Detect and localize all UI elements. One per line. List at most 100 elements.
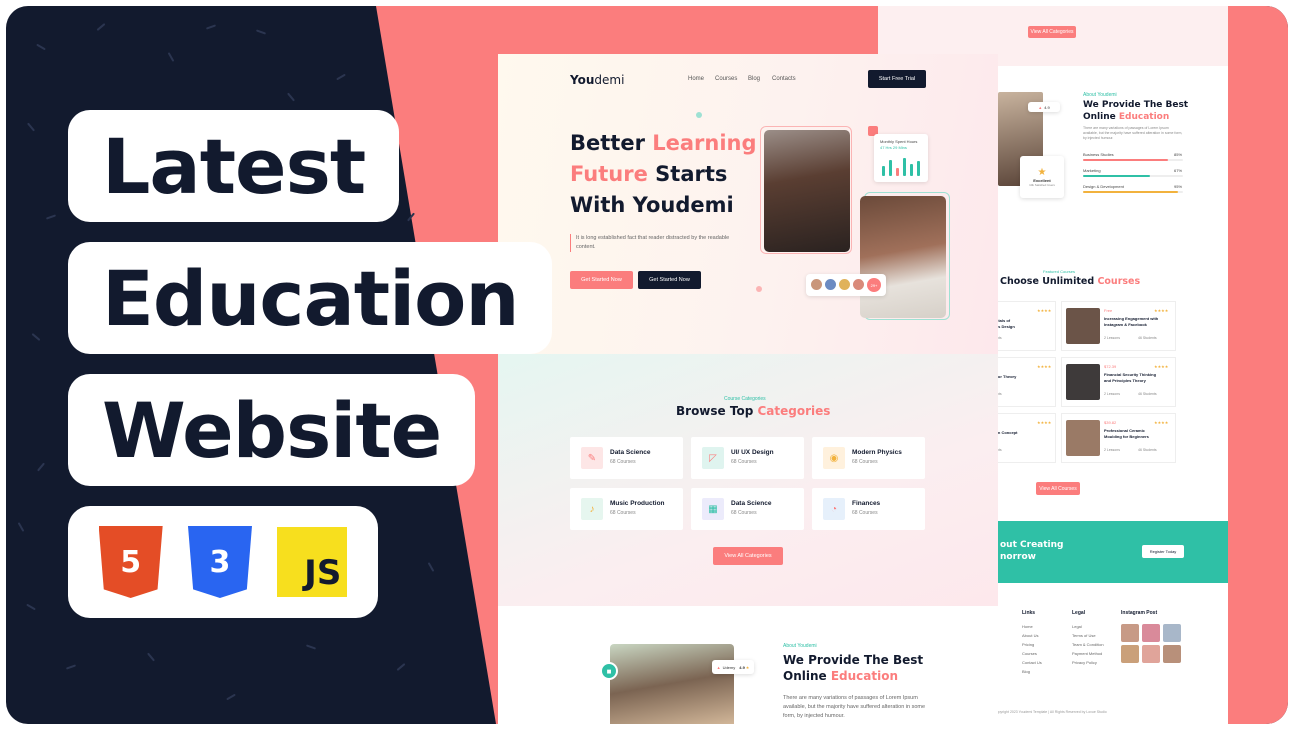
footer-link[interactable]: Home: [1022, 622, 1042, 631]
decor-dash: [17, 522, 25, 532]
skill-name: Business Studies: [1083, 152, 1114, 157]
footer-link[interactable]: Contact Us: [1022, 658, 1042, 667]
instagram-thumbnail[interactable]: [1163, 624, 1181, 642]
hero-headline: Better Learning Future Starts With Youde…: [570, 128, 757, 221]
rating-chip: ▲ 4.9: [1028, 102, 1060, 112]
nav-contacts[interactable]: Contacts: [772, 76, 796, 82]
footer-legal-link[interactable]: Payment Method: [1072, 649, 1104, 658]
site-logo[interactable]: Youdemi: [570, 73, 624, 87]
category-card[interactable]: ✎ Data Science 68 Courses: [570, 437, 683, 479]
view-all-categories-button[interactable]: View All Categories: [713, 547, 783, 565]
course-card[interactable]: $39.82 ★★★★ Professional Ceramic Moulding f…: [1061, 413, 1176, 463]
get-started-secondary-button[interactable]: Get Started Now: [638, 271, 701, 289]
footer-link[interactable]: About Us: [1022, 631, 1042, 640]
footer-instagram-title: Instagram Post: [1121, 610, 1158, 616]
instagram-thumbnail[interactable]: [1142, 645, 1160, 663]
stat-bar: [903, 158, 906, 176]
logo-part1: You: [570, 73, 595, 87]
students-group-photo: [610, 644, 734, 724]
headline-better: Better: [570, 131, 653, 155]
category-name: Data Science: [731, 500, 772, 507]
category-count: 68 Courses: [731, 459, 757, 465]
decor-dash: [31, 333, 41, 341]
category-name: Music Production: [610, 500, 665, 507]
thumbnail-frame: View All Categories ▲ 4.9 ★ Excellent 10k…: [6, 6, 1288, 724]
category-count: 68 Courses: [610, 459, 636, 465]
footer-legal-link[interactable]: Team & Condition: [1072, 640, 1104, 649]
category-count: 68 Courses: [610, 510, 636, 516]
decor-dash: [96, 23, 106, 31]
course-students: 46 Students: [1138, 448, 1157, 452]
stat-bar: [889, 160, 892, 176]
about-title-education: Education: [1118, 112, 1170, 122]
footer-legal-link[interactable]: Legal: [1072, 622, 1104, 631]
category-name: Data Science: [610, 449, 651, 456]
chart-icon: ▦: [702, 498, 724, 520]
stat-bar: [896, 168, 899, 176]
decor-dash: [255, 29, 267, 35]
course-price: $72.39: [1104, 364, 1117, 369]
copyright: Copyright 2023 Youdemi Template | All Ri…: [994, 710, 1107, 714]
category-card[interactable]: ◔ Finances 68 Courses: [812, 488, 925, 530]
music-icon: ♪: [581, 498, 603, 520]
trophy-icon: ★: [1037, 167, 1047, 178]
decor-dash: [26, 603, 36, 611]
chip-brand: Udemy: [722, 664, 736, 670]
nav-courses[interactable]: Courses: [715, 76, 737, 82]
category-name: UI/ UX Design: [731, 449, 774, 456]
courses-eyebrow: Featured Courses: [1043, 269, 1076, 274]
star-rating-icon: ★★★★: [1154, 364, 1169, 369]
instagram-thumbnail[interactable]: [1142, 624, 1160, 642]
star-rating-icon: ★★★★: [1037, 364, 1052, 369]
footer-link[interactable]: Pricing: [1022, 640, 1042, 649]
decor-dash: [287, 92, 295, 102]
decor-dash: [396, 663, 406, 671]
register-button[interactable]: Register Today: [1142, 545, 1184, 558]
view-all-categories-button[interactable]: View All Categories: [1028, 26, 1076, 38]
courses-title-a: Choose Unlimited: [1000, 276, 1098, 287]
category-card[interactable]: ◉ Modern Physics 68 Courses: [812, 437, 925, 479]
star-rating-icon: ★★★★: [1037, 308, 1052, 313]
stat-value: 47 Hrs 29 Mins: [880, 145, 907, 150]
footer-link[interactable]: Courses: [1022, 649, 1042, 658]
category-name: Finances: [852, 500, 881, 507]
title-pill-latest: Latest: [68, 110, 400, 222]
footer-links: Home About Us Pricing Courses Contact Us Blog: [1022, 622, 1042, 676]
course-lessons: 2 Lessons: [1104, 448, 1120, 452]
category-count: 68 Courses: [852, 510, 878, 516]
categories-title: Browse Top Categories: [676, 404, 830, 418]
student-man-photo: [860, 196, 946, 318]
decor-dash: [226, 693, 236, 701]
instagram-thumbnail[interactable]: [1121, 645, 1139, 663]
nav-home[interactable]: Home: [688, 76, 704, 82]
footer-legal-link[interactable]: Privacy Policy: [1072, 658, 1104, 667]
star-rating-icon: ★★★★: [1037, 420, 1052, 425]
course-title: and Principles Theory: [1104, 378, 1146, 383]
course-title: Instagram & Facebook: [1104, 322, 1147, 327]
category-card[interactable]: ▦ Data Science 68 Courses: [691, 488, 804, 530]
view-all-courses-button[interactable]: View All Courses: [1036, 482, 1080, 495]
stat-bar: [882, 166, 885, 176]
course-card[interactable]: $72.39 ★★★★ Financial Security Thinking and…: [1061, 357, 1176, 407]
headline-starts: Starts: [647, 162, 728, 186]
get-started-primary-button[interactable]: Get Started Now: [570, 271, 633, 289]
nav-blog[interactable]: Blog: [748, 76, 760, 82]
stat-title: Monthly Spent Hours: [880, 139, 918, 144]
instagram-thumbnail[interactable]: [1163, 645, 1181, 663]
title-pill-website: Website: [68, 374, 476, 486]
category-card[interactable]: ◸ UI/ UX Design 68 Courses: [691, 437, 804, 479]
category-card[interactable]: ♪ Music Production 68 Courses: [570, 488, 683, 530]
course-card[interactable]: Free ★★★★ Increasing Engagement with Instag…: [1061, 301, 1176, 351]
footer-legal-link[interactable]: Terms of Use: [1072, 631, 1104, 640]
decor-dash: [37, 462, 45, 472]
pen-tool-icon: ◸: [702, 447, 724, 469]
footer-link[interactable]: Blog: [1022, 667, 1042, 676]
udemy-rating-chip: ▲ Udemy 4.9 ★: [712, 660, 754, 674]
start-free-trial-button[interactable]: Start Free Trial: [868, 70, 926, 88]
instagram-thumbnail[interactable]: [1121, 624, 1139, 642]
monthly-hours-card: Monthly Spent Hours 47 Hrs 29 Mins: [874, 134, 928, 182]
decor-dash: [36, 43, 46, 51]
decor-dot: [756, 286, 762, 292]
title-education: Education: [102, 253, 519, 343]
footer-legal-title: Legal: [1072, 610, 1086, 616]
